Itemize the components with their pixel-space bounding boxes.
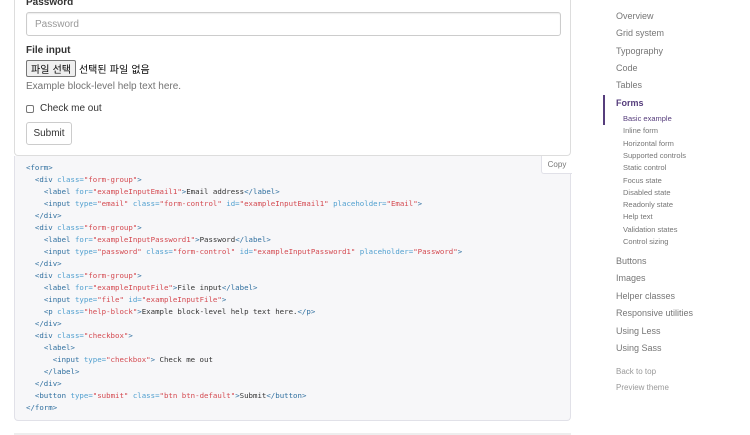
active-indicator — [603, 95, 605, 125]
sidebar-subitem-static-control[interactable]: Static control — [623, 163, 666, 172]
code-line: <div class="checkbox"> — [34, 331, 133, 340]
sidebar-item-forms[interactable]: Forms — [616, 98, 644, 108]
submit-button[interactable]: Submit — [26, 122, 72, 145]
sidebar-item-overview[interactable]: Overview — [616, 11, 654, 21]
code-line: </div> — [34, 259, 62, 268]
sidebar-item-helper-classes[interactable]: Helper classes — [616, 291, 675, 301]
copy-button[interactable]: Copy — [541, 156, 572, 174]
help-text: Example block-level help text here. — [26, 81, 182, 92]
code-line: <label for="exampleInputFile">File input… — [43, 283, 258, 292]
code-line: <button type="submit" class="btn btn-def… — [34, 391, 307, 400]
code-line: </div> — [34, 211, 62, 220]
sidebar-item-images[interactable]: Images — [616, 273, 646, 283]
form-example: Password File input 파일 선택 선택된 파일 없음 Exam… — [14, 0, 571, 156]
password-label: Password — [26, 0, 74, 8]
sidebar-item-using-less[interactable]: Using Less — [616, 326, 661, 336]
code-line: </div> — [34, 319, 62, 328]
sidebar-item-buttons[interactable]: Buttons — [616, 256, 647, 266]
sidebar-subitem-focus-state[interactable]: Focus state — [623, 176, 662, 185]
password-input[interactable] — [26, 12, 561, 36]
code-line: <input type="file" id="exampleInputFile"… — [43, 295, 227, 304]
sidebar-subitem-validation-states[interactable]: Validation states — [623, 225, 677, 234]
checkbox-label: Check me out — [40, 103, 102, 114]
sidebar-item-grid-system[interactable]: Grid system — [616, 28, 664, 38]
code-line: </div> — [34, 379, 62, 388]
sidebar-item-tables[interactable]: Tables — [616, 80, 642, 90]
code-line: <div class="form-group"> — [34, 175, 142, 184]
code-line: <label for="exampleInputEmail1">Email ad… — [43, 187, 280, 196]
code-line: <input type="password" class="form-contr… — [43, 247, 463, 256]
code-line: <div class="form-group"> — [34, 223, 142, 232]
code-block: Copy <form> <div class="form-group"> <la… — [14, 156, 572, 421]
sidebar-subitem-horizontal-form[interactable]: Horizontal form — [623, 139, 674, 148]
sidebar-subitem-readonly-state[interactable]: Readonly state — [623, 200, 673, 209]
file-input: 파일 선택 선택된 파일 없음 — [26, 60, 150, 77]
code-line: <input type="email" class="form-control"… — [43, 199, 423, 208]
code-listing: <form> <div class="form-group"> <label f… — [26, 162, 462, 414]
code-line: <p class="help-block">Example block-leve… — [43, 307, 316, 316]
code-line: <input type="checkbox"> Check me out — [52, 355, 213, 364]
sidebar-item-typography[interactable]: Typography — [616, 46, 663, 56]
choose-file-button[interactable]: 파일 선택 — [26, 60, 76, 77]
code-line: <form> — [26, 163, 53, 172]
back-to-top-link[interactable]: Back to top — [616, 367, 656, 376]
checkbox-box[interactable] — [26, 104, 34, 113]
file-input-label: File input — [26, 45, 71, 56]
sidebar-subitem-help-text[interactable]: Help text — [623, 212, 653, 221]
sidebar-item-responsive-utilities[interactable]: Responsive utilities — [616, 308, 693, 318]
sidebar-subitem-basic-example[interactable]: Basic example — [623, 114, 672, 123]
sidebar-item-using-sass[interactable]: Using Sass — [616, 343, 662, 353]
code-line: <div class="form-group"> — [34, 271, 142, 280]
sidebar-subitem-control-sizing[interactable]: Control sizing — [623, 237, 668, 246]
check-me-out[interactable]: Check me out — [26, 103, 102, 114]
code-line: </form> — [26, 403, 58, 412]
sidebar-subitem-disabled-state[interactable]: Disabled state — [623, 188, 671, 197]
sidebar-subitem-inline-form[interactable]: Inline form — [623, 126, 658, 135]
sidebar-subitem-supported-controls[interactable]: Supported controls — [623, 151, 686, 160]
code-line: <label for="exampleInputPassword1">Passw… — [43, 235, 271, 244]
code-line: <label> — [43, 343, 75, 352]
preview-theme-link[interactable]: Preview theme — [616, 383, 669, 392]
code-line: </label> — [43, 367, 80, 376]
file-status: 선택된 파일 없음 — [78, 65, 150, 76]
sidebar-item-code[interactable]: Code — [616, 63, 638, 73]
